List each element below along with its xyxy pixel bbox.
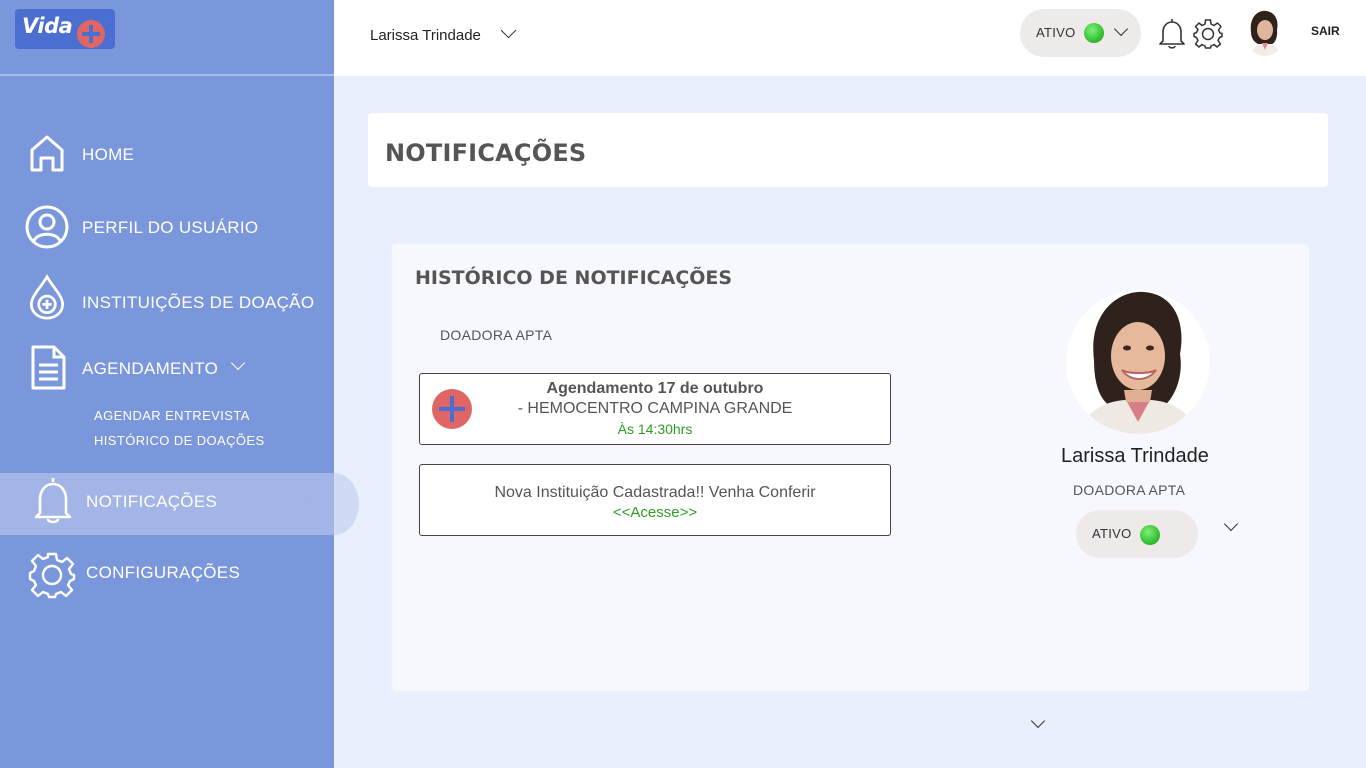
section-title: HISTÓRICO DE NOTIFICAÇÕES	[415, 267, 733, 289]
user-icon	[25, 205, 69, 249]
home-icon	[30, 135, 64, 172]
status-label: ATIVO	[1092, 526, 1132, 541]
sidebar-item-institutions[interactable]: INSTITUIÇÕES DE DOAÇÃO	[0, 271, 334, 331]
logo-area: Vida	[0, 0, 334, 76]
app-logo[interactable]: Vida	[15, 9, 115, 49]
logo-plus-icon	[77, 20, 105, 48]
chevron-down-icon[interactable]	[230, 355, 246, 371]
notification-title: Agendamento 17 de outubro	[546, 380, 764, 397]
avatar[interactable]	[1245, 10, 1285, 56]
notification-card[interactable]: Agendamento 17 de outubro - HEMOCENTRO C…	[419, 373, 891, 445]
sidebar-item-schedule[interactable]: AGENDAMENTO	[0, 337, 334, 397]
sidebar-subitem-donation-history[interactable]: HISTÓRICO DE DOAÇÕES	[94, 433, 265, 448]
profile-name: Larissa Trindade	[1061, 445, 1209, 467]
document-icon	[31, 345, 66, 390]
notification-title: Nova Instituição Cadastrada!! Venha Conf…	[494, 484, 816, 501]
notification-link[interactable]: <<Acesse>>	[420, 504, 890, 521]
sidebar: Vida HOME PERFIL DO USUÁRIO INSTITUIÇÕES…	[0, 0, 359, 768]
page-header: NOTIFICAÇÕES	[368, 113, 1328, 187]
profile-status-pill[interactable]: ATIVO	[1076, 510, 1198, 558]
sidebar-item-label: CONFIGURAÇÕES	[86, 563, 241, 582]
status-dropdown[interactable]: ATIVO	[1020, 9, 1141, 57]
user-name: Larissa Trindade	[370, 27, 481, 44]
page-title: NOTIFICAÇÕES	[385, 139, 587, 167]
donor-status-label: DOADORA APTA	[440, 327, 553, 343]
chevron-down-icon[interactable]	[1223, 516, 1239, 532]
bell-icon	[34, 478, 72, 524]
profile-role: DOADORA APTA	[1073, 482, 1186, 498]
sidebar-item-settings[interactable]: CONFIGURAÇÕES	[0, 545, 334, 605]
profile-photo	[1066, 290, 1210, 434]
notification-time: Às 14:30hrs	[617, 421, 693, 437]
status-online-icon	[1140, 525, 1160, 545]
status-online-icon	[1084, 23, 1104, 43]
sidebar-item-label: NOTIFICAÇÕES	[86, 492, 218, 511]
notification-card[interactable]: Nova Instituição Cadastrada!! Venha Conf…	[419, 464, 891, 536]
user-selector[interactable]: Larissa Trindade	[370, 22, 517, 44]
sidebar-item-label: AGENDAMENTO	[82, 359, 219, 378]
sidebar-subitem-schedule-interview[interactable]: AGENDAR ENTREVISTA	[94, 408, 250, 423]
notification-history-panel: HISTÓRICO DE NOTIFICAÇÕES DOADORA APTA A…	[392, 244, 1309, 691]
sidebar-item-label: PERFIL DO USUÁRIO	[82, 218, 259, 237]
bell-icon[interactable]	[1157, 17, 1187, 49]
sidebar-item-label: HOME	[82, 145, 135, 164]
scroll-down-chevron-icon[interactable]	[1030, 713, 1046, 729]
blood-drop-icon	[29, 274, 65, 320]
chevron-down-icon	[1113, 21, 1129, 37]
sidebar-item-profile[interactable]: PERFIL DO USUÁRIO	[0, 197, 334, 257]
sidebar-item-label: INSTITUIÇÕES DE DOAÇÃO	[82, 293, 315, 312]
logout-button[interactable]: SAIR	[1311, 24, 1340, 38]
sidebar-item-home[interactable]: HOME	[0, 124, 334, 184]
gear-icon[interactable]	[1193, 17, 1223, 49]
status-label: ATIVO	[1036, 25, 1076, 40]
sidebar-item-notifications[interactable]: NOTIFICAÇÕES	[0, 473, 359, 535]
notification-detail: - HEMOCENTRO CAMPINA GRANDE	[517, 400, 793, 417]
logo-text: Vida	[22, 14, 73, 38]
gear-icon	[28, 552, 76, 599]
